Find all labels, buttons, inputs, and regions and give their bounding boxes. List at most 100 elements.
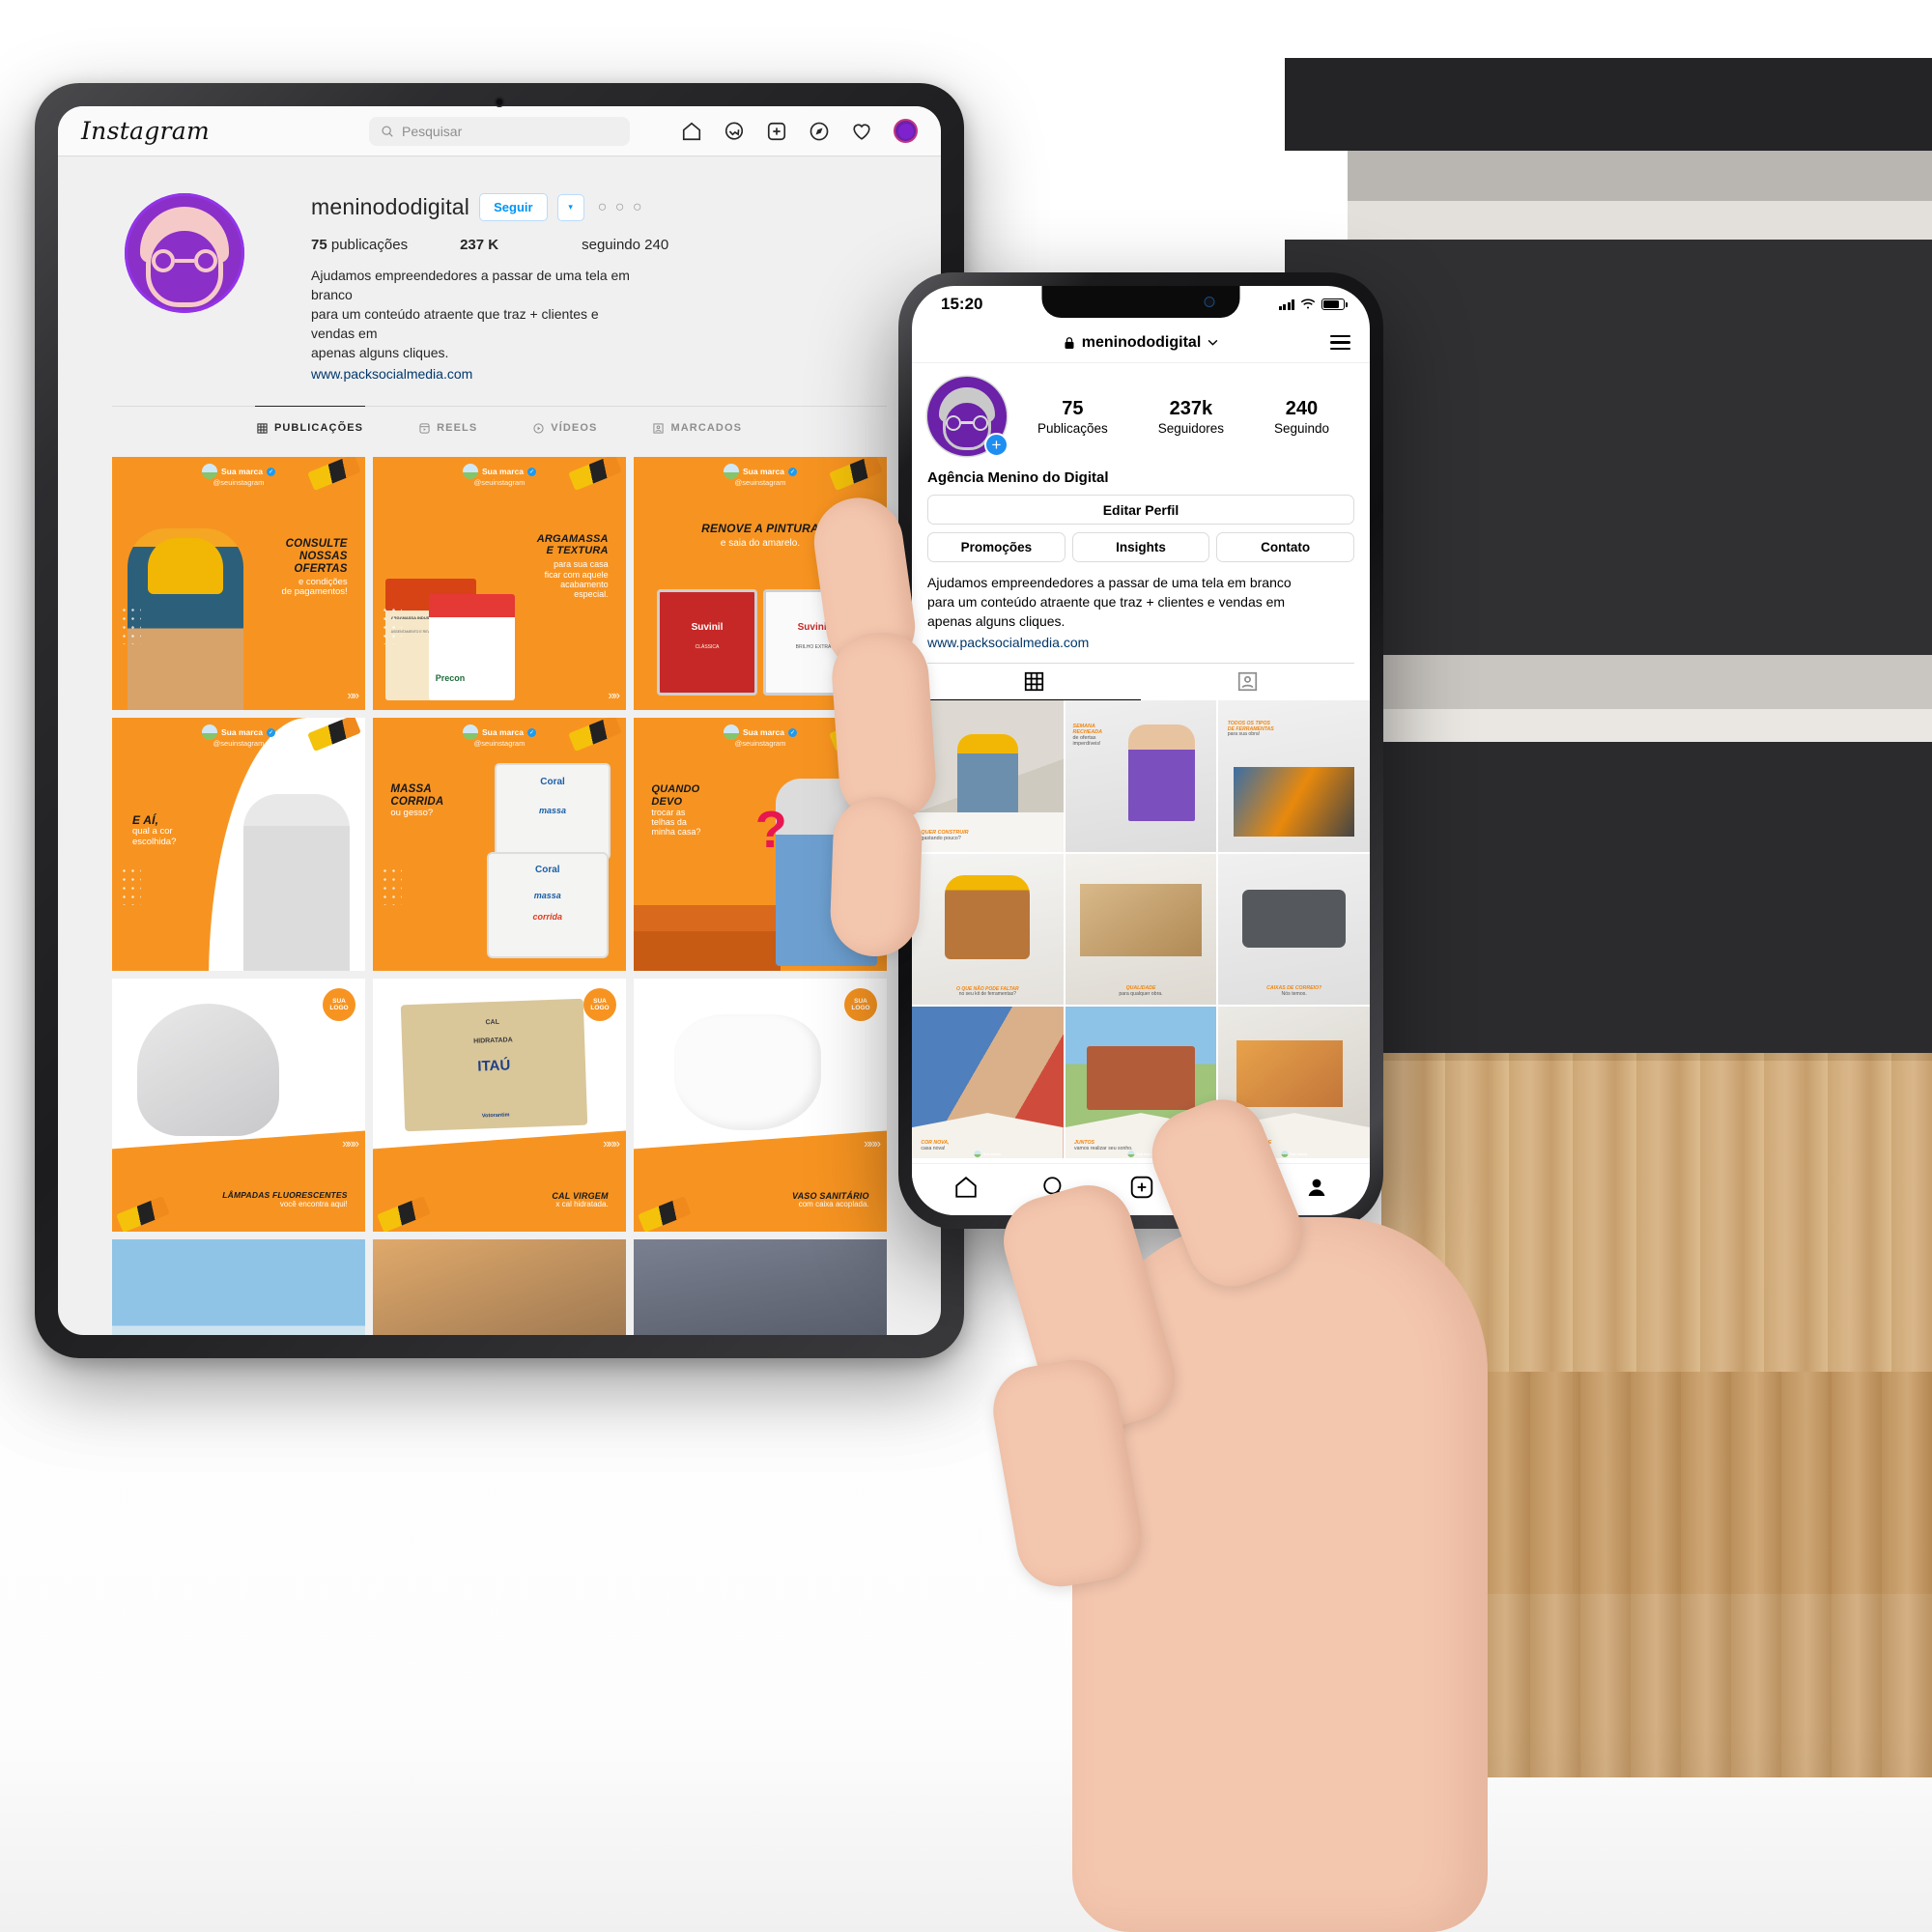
massa-label: massa: [539, 806, 567, 816]
finger-ring: [829, 795, 923, 958]
grid-icon: [1024, 671, 1044, 692]
explore-icon[interactable]: [809, 121, 830, 142]
instagram-profile: meninododigital Seguir ▾ ○ ○ ○ 75 public…: [58, 156, 941, 1335]
paint-can-a: Suvinil CLÁSSICA: [656, 588, 758, 696]
heart-icon[interactable]: [851, 121, 872, 142]
avatar[interactable]: +: [927, 377, 1009, 457]
profile-info: meninododigital Seguir ▾ ○ ○ ○ 75 public…: [311, 189, 887, 384]
search-placeholder: Pesquisar: [402, 123, 463, 139]
tab-reels[interactable]: REELS: [417, 406, 479, 447]
dot-decoration: [120, 606, 141, 645]
phone-title-group[interactable]: meninododigital: [1064, 334, 1219, 352]
stat-following[interactable]: seguindo 240: [582, 237, 668, 253]
post-cell[interactable]: SUA LOGO VASO SANITÁRIO com caixa acopla…: [634, 979, 887, 1233]
post-cell[interactable]: Sua marca ✓ @seuinstagram E AÍ, qual a c…: [112, 718, 365, 972]
more-options-icon[interactable]: ○ ○ ○: [598, 199, 644, 216]
contato-button[interactable]: Contato: [1216, 532, 1355, 562]
profile-website-link[interactable]: www.packsocialmedia.com: [311, 365, 630, 384]
verified-icon: ✓: [527, 727, 536, 737]
suvinil-label-a: Suvinil: [691, 621, 724, 633]
tab-marcados[interactable]: MARCADOS: [651, 406, 744, 447]
brand-handle: @seuinstagram: [473, 478, 526, 488]
caption-sub-1: no seu kit de ferramentas?: [958, 991, 1016, 998]
follow-button[interactable]: Seguir: [479, 193, 548, 221]
post-caption: QUALIDADE para qualquer obra.: [1065, 985, 1217, 997]
caption-sub-1: x cal hidratada.: [555, 1199, 609, 1208]
brand-name: Sua marca: [743, 466, 784, 476]
profile-avatar-icon[interactable]: [894, 119, 918, 143]
massa-label-2: massa: [533, 891, 561, 901]
tab-videos[interactable]: VÍDEOS: [531, 406, 599, 447]
tablet-camera-icon: [494, 97, 505, 107]
caption-sub-2: ficar com aquele: [544, 569, 609, 580]
caption-line-1: ARGAMASSA: [536, 532, 609, 545]
post-cell[interactable]: QUALIDADE para qualquer obra.: [1065, 853, 1217, 1006]
brand-avatar: [724, 464, 739, 480]
phone-navbar: meninododigital: [912, 323, 1370, 363]
stat-followers[interactable]: 237 K: [460, 237, 498, 253]
tagged-icon: [1237, 671, 1258, 692]
home-icon[interactable]: [681, 121, 702, 142]
post-cell[interactable]: AJUDAMOS VOCÊ a realizar o sonho de refo…: [112, 1239, 365, 1335]
profile-picture-wrap: [112, 189, 257, 384]
tab-publicacoes[interactable]: PUBLICAÇÕES: [254, 406, 366, 447]
caption-sub-3: acabamento: [560, 579, 609, 589]
brand-badge: Sua marca ✓: [463, 464, 536, 480]
stat-posts[interactable]: 75 publicações: [311, 237, 408, 253]
profile-name-row: meninododigital Seguir ▾ ○ ○ ○: [311, 193, 887, 221]
brand-name: Sua marca: [482, 726, 524, 737]
posts-grid: Sua marca ✓ @seuinstagram CONSULTE NOSSA…: [112, 457, 887, 1335]
caption-sub-1: ou gesso?: [390, 808, 434, 819]
search-icon: [382, 125, 393, 137]
messenger-icon[interactable]: [724, 121, 745, 142]
phone-username: meninododigital: [1081, 333, 1202, 351]
post-cell[interactable]: SUA LOGO LÂMPADAS FLUORESCENTES você enc…: [112, 979, 365, 1233]
verified-icon: ✓: [788, 727, 797, 737]
home-icon[interactable]: [953, 1175, 979, 1200]
paint-bucket-small: Coral massa: [494, 763, 611, 860]
background-strip-1: [1348, 151, 1932, 201]
post-cell[interactable]: Sua marca ✓ @seuinstagram Coral massa Co…: [373, 718, 626, 972]
caption-sub-2: telhas da: [651, 817, 687, 828]
search-input[interactable]: Pesquisar: [369, 116, 630, 146]
caption-line-1: E AÍ,: [131, 812, 159, 827]
caption-line-3: OFERTAS: [294, 562, 348, 575]
brand-avatar: [463, 724, 478, 741]
chevron-down-icon[interactable]: [1208, 339, 1218, 346]
caption-sub-2: escolhida?: [131, 836, 177, 847]
post-cell[interactable]: Sua marca ✓ @seuinstagram ARGAMASSA INDU…: [373, 457, 626, 711]
post-cell[interactable]: CAIXAS DE CORREIO? Nós temos.: [1218, 853, 1370, 1006]
insights-button[interactable]: Insights: [1071, 532, 1210, 562]
chevron-down-icon[interactable]: ▾: [556, 193, 584, 221]
instagram-topbar: Instagram Pesquisar: [58, 106, 941, 156]
stat-followers[interactable]: 237k Seguidores: [1158, 398, 1224, 436]
post-cell[interactable]: Sua marca ✓ @seuinstagram CONSULTE NOSSA…: [112, 457, 365, 711]
avatar[interactable]: [125, 193, 244, 313]
hamburger-icon[interactable]: [1330, 335, 1350, 350]
tape-measure-icon: [568, 457, 622, 492]
brand-handle: @seuinstagram: [213, 739, 265, 749]
brand-badge: Sua marca ✓: [724, 724, 797, 741]
brand-name: Sua marca: [221, 466, 263, 476]
instagram-logo[interactable]: Instagram: [81, 117, 210, 145]
post-cell[interactable]: PRODUTOS PARA SUA SEGURANÇA na hora de c…: [373, 1239, 626, 1335]
post-cell[interactable]: TODOS OS TIPOS DE FERRAMENTAS para sua o…: [1218, 700, 1370, 852]
add-story-icon[interactable]: +: [984, 433, 1009, 457]
stat-following[interactable]: 240 Seguindo: [1274, 398, 1329, 436]
glasses-icon: [152, 249, 217, 272]
stat-posts[interactable]: 75 Publicações: [1037, 398, 1108, 436]
post-cell[interactable]: QUER RENOVAR O SEU AMBIENTE? Aqui é o lu…: [634, 1239, 887, 1335]
post-caption: CONSULTE NOSSAS OFERTAS e condições de p…: [282, 538, 348, 598]
caption-sub-1: com caixa acoplada.: [798, 1199, 869, 1208]
post-cell[interactable]: SUA LOGO CAL HIDRATADA ITAÚ Votorantim C…: [373, 979, 626, 1233]
topbar-nav: [681, 119, 918, 143]
tablet-screen: Instagram Pesquisar meninododigital Segu…: [58, 106, 941, 1335]
post-cell[interactable]: SEMANA RECHEADA de ofertas imperdíveis!: [1065, 700, 1217, 852]
tape-measure-icon: [307, 457, 361, 492]
tab-tagged[interactable]: [1141, 664, 1354, 700]
stat-posts-value: 75: [1062, 397, 1084, 419]
phone-notch: [1041, 286, 1240, 318]
avatar-face: [897, 123, 914, 139]
new-post-icon[interactable]: [766, 121, 787, 142]
precon-brand-label: Precon: [435, 673, 466, 684]
